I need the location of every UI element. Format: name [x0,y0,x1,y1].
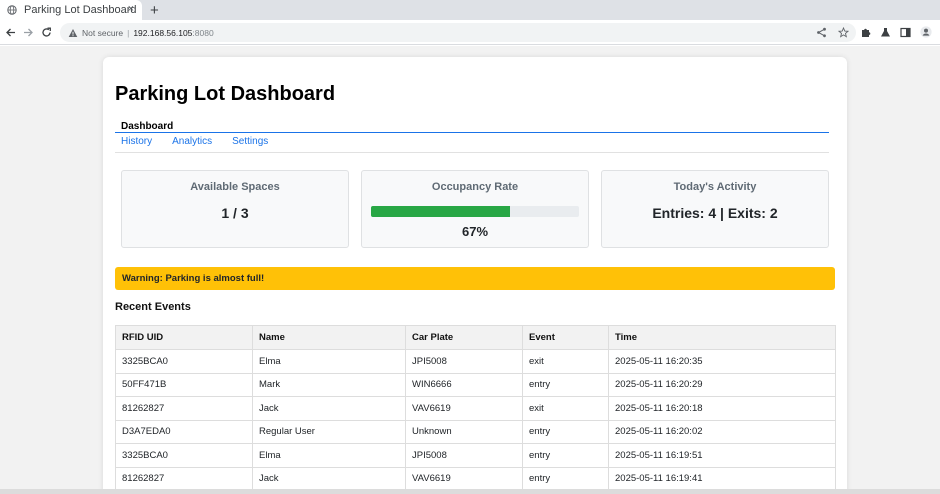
available-spaces-value: 1 / 3 [221,205,249,221]
table-row: 3325BCA0 Elma JPI5008 exit 2025-05-11 16… [115,349,836,374]
column-header: Time [608,325,836,350]
labs-flask-icon[interactable] [878,24,893,40]
table-row: 81262827 Jack VAV6619 entry 2025-05-11 1… [115,466,836,491]
tab-history[interactable]: History [121,136,152,147]
dashboard-container: Parking Lot Dashboard Dashboard History … [103,57,847,494]
dashboard-nav: Dashboard History Analytics Settings [115,117,829,153]
time-cell: 2025-05-11 16:20:35 [608,349,836,374]
warning-triangle-icon[interactable] [68,28,78,38]
event-cell: exit [522,396,609,421]
todays-activity-value: Entries: 4 | Exits: 2 [652,205,778,221]
time-cell: 2025-05-11 16:20:29 [608,372,836,397]
reload-icon[interactable] [38,24,54,40]
event-cell: entry [522,466,609,491]
url-host: 192.168.56.105 [133,27,193,38]
name-cell: Jack [252,396,406,421]
car-plate-cell: VAV6619 [405,466,523,491]
car-plate-cell: JPI5008 [405,443,523,468]
tab-dashboard[interactable]: Dashboard [115,117,829,133]
page-title: Parking Lot Dashboard [115,83,336,105]
car-plate-cell: JPI5008 [405,349,523,374]
rfid-uid-cell: 3325BCA0 [115,349,253,374]
name-cell: Mark [252,372,406,397]
horizontal-scrollbar[interactable] [0,489,940,494]
time-cell: 2025-05-11 16:19:51 [608,443,836,468]
new-tab-button[interactable]: + [150,0,159,20]
name-cell: Elma [252,443,406,468]
rfid-uid-cell: 3325BCA0 [115,443,253,468]
browser-tabstrip: Parking Lot Dashboard × + [0,0,940,20]
time-cell: 2025-05-11 16:19:41 [608,466,836,491]
nav-links: History Analytics Settings [121,136,268,147]
occupancy-progress-fill [371,206,511,217]
name-cell: Jack [252,466,406,491]
rfid-uid-cell: 50FF471B [115,372,253,397]
table-header-row: RFID UID Name Car Plate Event Time [115,325,836,350]
address-bar[interactable]: Not secure | 192.168.56.105 :8080 [60,23,856,42]
car-plate-cell: VAV6619 [405,396,523,421]
name-cell: Elma [252,349,406,374]
side-panel-icon[interactable] [898,24,913,40]
url-separator: | [127,27,130,38]
url-port: :8080 [192,27,214,38]
table-row: 3325BCA0 Elma JPI5008 entry 2025-05-11 1… [115,443,836,468]
card-title: Occupancy Rate [431,181,519,193]
car-plate-cell: WIN6666 [405,372,523,397]
globe-icon [7,5,17,15]
occupancy-progress-bar [371,206,579,217]
extensions-puzzle-icon[interactable] [858,24,873,40]
event-cell: entry [522,443,609,468]
browser-tab[interactable]: Parking Lot Dashboard × [0,0,142,20]
recent-events-title: Recent Events [115,301,191,313]
rfid-uid-cell: 81262827 [115,466,253,491]
rfid-uid-cell: 81262827 [115,396,253,421]
event-cell: entry [522,372,609,397]
rfid-uid-cell: D3A7EDA0 [115,419,253,444]
tab-title: Parking Lot Dashboard [24,4,137,16]
occupancy-rate-value: 67% [461,224,489,239]
name-cell: Regular User [252,419,406,444]
profile-avatar-icon[interactable] [918,24,933,40]
share-icon[interactable] [814,25,828,39]
table-row: 50FF471B Mark WIN6666 entry 2025-05-11 1… [115,372,836,397]
event-cell: entry [522,419,609,444]
column-header: RFID UID [115,325,253,350]
card-title: Today's Activity [673,181,757,193]
capacity-warning-alert: Warning: Parking is almost full! [115,267,835,290]
tab-close-icon[interactable]: × [128,3,134,15]
security-label: Not secure [82,27,124,38]
forward-arrow-icon[interactable] [20,24,36,40]
browser-toolbar: Not secure | 192.168.56.105 :8080 [0,20,940,45]
table-row: D3A7EDA0 Regular User Unknown entry 2025… [115,419,836,444]
available-spaces-card: Available Spaces 1 / 3 [121,170,349,248]
time-cell: 2025-05-11 16:20:02 [608,419,836,444]
column-header: Event [522,325,609,350]
column-header: Car Plate [405,325,523,350]
occupancy-rate-card: Occupancy Rate 67% [361,170,589,248]
tab-dashboard-label: Dashboard [121,121,174,132]
car-plate-cell: Unknown [405,419,523,444]
table-row: 81262827 Jack VAV6619 exit 2025-05-11 16… [115,396,836,421]
tab-analytics[interactable]: Analytics [172,136,212,147]
recent-events-table: RFID UID Name Car Plate Event Time 3325B… [115,325,836,491]
back-arrow-icon[interactable] [2,24,18,40]
time-cell: 2025-05-11 16:20:18 [608,396,836,421]
event-cell: exit [522,349,609,374]
page-viewport: Parking Lot Dashboard Dashboard History … [0,46,940,494]
bookmark-star-icon[interactable] [836,25,850,39]
tab-settings[interactable]: Settings [232,136,268,147]
column-header: Name [252,325,406,350]
card-title: Available Spaces [190,181,280,193]
todays-activity-card: Today's Activity Entries: 4 | Exits: 2 [601,170,829,248]
